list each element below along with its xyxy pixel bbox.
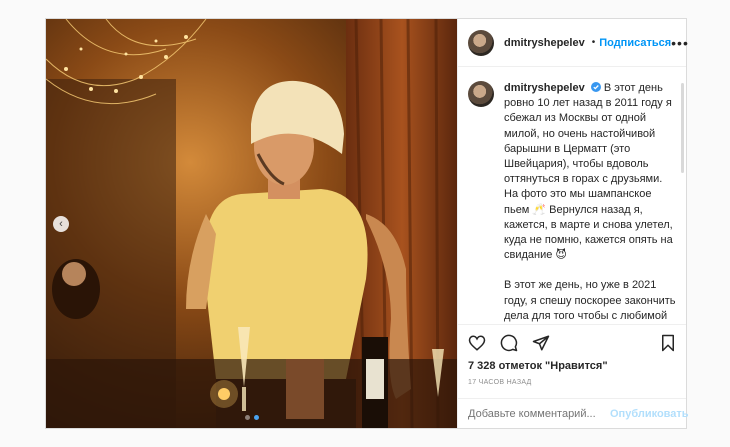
carousel-prev-button[interactable]: ‹ (53, 216, 69, 232)
caption-paragraph-1: В этот день ровно 10 лет назад в 2011 го… (504, 82, 673, 262)
verified-badge-icon (590, 82, 601, 92)
more-options-icon[interactable]: ••• (671, 35, 689, 51)
heart-icon[interactable] (468, 334, 486, 352)
header-separator: • (591, 37, 596, 48)
post-sidebar: dmitryshepelev • Подписаться ••• dmitrys… (457, 19, 689, 428)
carousel-dots (46, 415, 457, 420)
follow-button[interactable]: Подписаться (599, 37, 671, 49)
post-card: ‹ dmitryshepelev • Подписаться ••• dmitr… (45, 18, 689, 429)
comment-icon[interactable] (500, 334, 518, 352)
comments-area[interactable]: dmitryshepelev В этот день ровно 10 лет … (458, 67, 686, 324)
action-bar (458, 324, 686, 360)
publish-button[interactable]: Опубликовать (610, 408, 689, 420)
caption-username[interactable]: dmitryshepelev (504, 82, 585, 94)
caption: dmitryshepelev В этот день ровно 10 лет … (504, 81, 676, 324)
add-comment-bar: Опубликовать (458, 398, 689, 428)
chevron-left-icon: ‹ (59, 218, 63, 230)
carousel-dot-active (253, 415, 259, 420)
carousel-dot (244, 415, 250, 420)
bookmark-icon[interactable] (660, 334, 676, 352)
likes-count[interactable]: 7 328 отметок "Нравится" (458, 360, 686, 376)
comments-scrollbar[interactable] (681, 83, 684, 173)
post-timestamp[interactable]: 17 ЧАСОВ НАЗАД (458, 376, 686, 398)
comment-input[interactable] (468, 407, 610, 420)
caption-avatar[interactable] (468, 81, 494, 107)
username-link[interactable]: dmitryshepelev (504, 37, 585, 49)
caption-paragraph-2: В этот же день, но уже в 2021 году, я сп… (504, 279, 676, 322)
avatar[interactable] (468, 29, 494, 56)
post-photo[interactable]: ‹ (46, 19, 457, 428)
photo-image (46, 19, 457, 428)
post-header: dmitryshepelev • Подписаться ••• (458, 19, 689, 67)
share-icon[interactable] (532, 334, 550, 352)
